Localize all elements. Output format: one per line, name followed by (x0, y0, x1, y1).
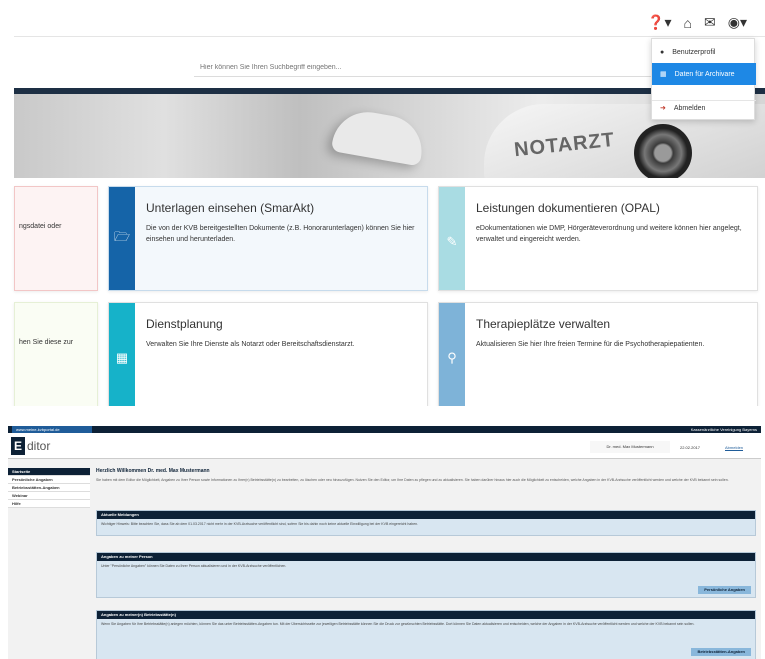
location-icon: ⚲ (439, 303, 465, 406)
tile-description: Verwalten Sie Ihre Dienste als Notarzt o… (146, 341, 355, 348)
intro-text: Sie haben mit dem Editor die Möglichkeit… (96, 478, 729, 482)
calendar-icon: ▦ (109, 303, 135, 406)
tile-partial-other[interactable]: hen Sie diese zur (14, 302, 98, 406)
tile-description: Aktualisieren Sie hier Ihre freien Termi… (476, 341, 705, 348)
user-icon[interactable]: ◉▾ (728, 14, 747, 31)
editor-logo-mark: E (11, 437, 25, 455)
box-header: Angaben zu meiner(n) Betriebsstätte(n) (97, 611, 755, 619)
sidebar-item-hilfe[interactable]: Hilfe (8, 500, 90, 508)
logout-link[interactable]: Abmelden (725, 445, 743, 450)
tile-title: Unterlagen einsehen (SmarAkt) (146, 201, 315, 215)
hero-image-device (330, 106, 428, 167)
home-icon[interactable]: ⌂ (684, 15, 692, 31)
tile-smarakt[interactable]: 🗁 Unterlagen einsehen (SmarAkt) Die von … (108, 186, 428, 291)
editor-topstrip: www.meine-kvbportal.de Kassenärztliche V… (8, 426, 761, 433)
betriebsstaetten-angaben-button[interactable]: Betriebsstätten-Angaben (691, 648, 751, 656)
box-header: Aktuelle Meldungen (97, 511, 755, 519)
tile-dienstplanung[interactable]: ▦ Dienstplanung Verwalten Sie Ihre Diens… (108, 302, 428, 406)
menu-item-label: Abmelden (673, 104, 706, 112)
user-name: Dr. med. Max Mustermann (590, 441, 670, 453)
card-icon: ▦ (660, 71, 667, 78)
sidebar-item-startseite[interactable]: Startseite (8, 468, 90, 476)
date-display: 22.02.2017 (680, 445, 701, 450)
menu-item-profile[interactable]: ● Benutzerprofil (652, 41, 756, 63)
tile-title: Dienstplanung (146, 317, 223, 331)
box-text: Unter "Persönliche Angaben" können Sie D… (101, 564, 287, 568)
welcome-title: Herzlich Willkommen Dr. med. Max Musterm… (96, 468, 210, 474)
help-icon[interactable]: ❓▾ (647, 14, 671, 31)
hero-image-wheel (634, 124, 692, 178)
menu-item-archive-data[interactable]: ▦ Daten für Archivare (652, 63, 756, 85)
menu-item-logout[interactable]: ➜ Abmelden (652, 97, 756, 119)
tile-partial-upload[interactable]: ngsdatei oder (14, 186, 98, 291)
tile-opal[interactable]: ✎ Leistungen dokumentieren (OPAL) eDokum… (438, 186, 758, 291)
editor-header: E ditor Dr. med. Max Mustermann 22.02.20… (8, 433, 761, 459)
tile-description: Die von der KVB bereitgestellten Dokumen… (146, 225, 415, 243)
editor-screenshot: www.meine-kvbportal.de Kassenärztliche V… (8, 426, 761, 659)
editor-logo-text: ditor (27, 439, 51, 453)
folder-icon: 🗁 (109, 187, 135, 290)
sidebar-item-webinar[interactable]: Webinar (8, 492, 90, 500)
tile-title: Therapieplätze verwalten (476, 317, 611, 331)
search-input[interactable] (194, 59, 654, 77)
mail-icon[interactable]: ✉ (704, 14, 716, 31)
user-dropdown-menu: ● Benutzerprofil ▦ Daten für Archivare ➜… (651, 38, 756, 120)
tile-title: Leistungen dokumentieren (OPAL) (476, 201, 660, 215)
box-text: Wenn Sie Angaben für Ihre Betriebsstätte… (101, 622, 695, 626)
user-icon: ● (660, 48, 665, 56)
news-box: Aktuelle Meldungen Wichtiger Hinweis: Bi… (96, 510, 756, 536)
edit-icon: ✎ (439, 187, 465, 290)
tile-description: hen Sie diese zur (19, 339, 74, 346)
tile-description: ngsdatei oder (19, 223, 62, 230)
box-header: Angaben zu meiner Person (97, 553, 755, 561)
kvb-label: Kassenärztliche Vereinigung Bayerns (690, 427, 757, 432)
editor-sidebar: Startseite Persönliche Angaben Betriebss… (8, 468, 90, 508)
tile-description: eDokumentationen wie DMP, Hörgeräteveror… (476, 225, 742, 243)
person-box: Angaben zu meiner Person Unter "Persönli… (96, 552, 756, 598)
top-navbar: ❓▾ ⌂ ✉ ◉▾ (14, 10, 765, 37)
persoenliche-angaben-button[interactable]: Persönliche Angaben (698, 586, 751, 594)
box-text: Wichtiger Hinweis: Bitte beachten Sie, d… (101, 522, 419, 526)
sidebar-item-betriebsstaetten[interactable]: Betriebsstätten-Angaben (8, 484, 90, 492)
betriebsstaetten-box: Angaben zu meiner(n) Betriebsstätte(n) W… (96, 610, 756, 659)
sidebar-item-persoenliche-angaben[interactable]: Persönliche Angaben (8, 476, 90, 484)
menu-item-label: Benutzerprofil (672, 48, 716, 56)
tile-therapieplaetze[interactable]: ⚲ Therapieplätze verwalten Aktualisieren… (438, 302, 758, 406)
portal-screenshot: ❓▾ ⌂ ✉ ◉▾ NOTARZT ● Benutzerprofil ▦ Dat… (0, 0, 765, 406)
portal-link[interactable]: www.meine-kvbportal.de (12, 426, 92, 433)
menu-item-label: Daten für Archivare (674, 70, 735, 78)
logout-icon: ➜ (660, 105, 666, 112)
